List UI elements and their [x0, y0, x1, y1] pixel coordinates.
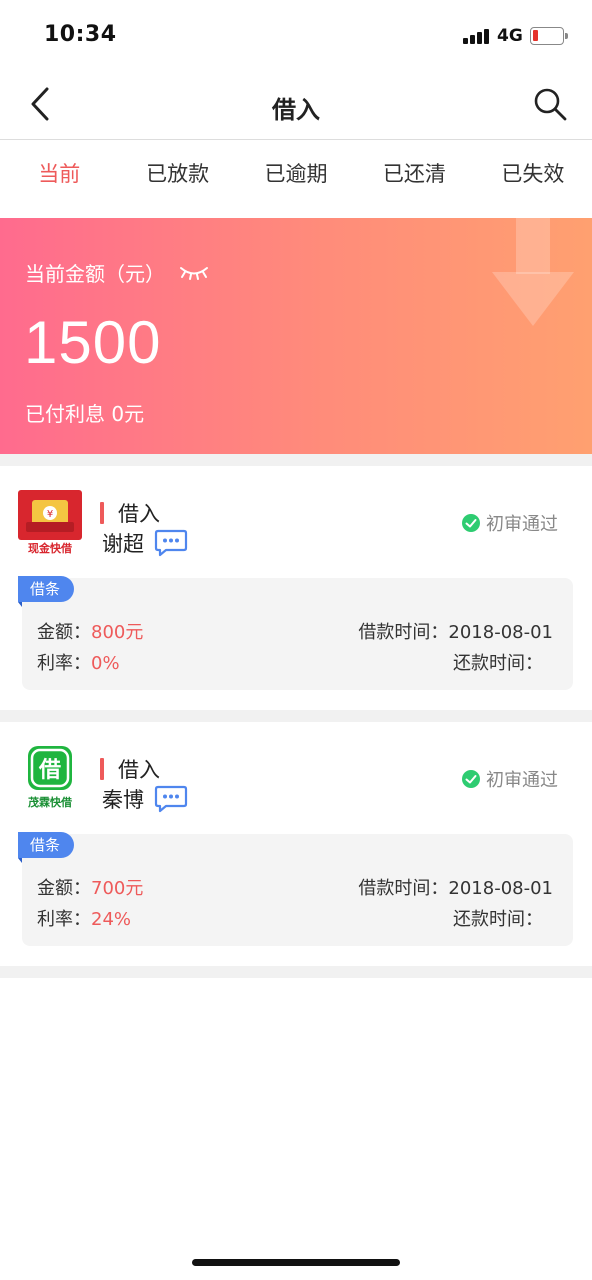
chat-bubble-icon[interactable] [154, 785, 188, 813]
rate-label: 利率： [37, 653, 91, 674]
divider [0, 710, 592, 722]
loan-type-row: 借入 [100, 754, 160, 784]
lender-logo-icon: ¥ 现金快借 [18, 490, 82, 554]
divider [0, 454, 592, 466]
tab-repaid[interactable]: 已还清 [355, 141, 473, 217]
borrow-time-value: 2018-08-01 [448, 878, 553, 899]
banner-label-row: 当前金额（元） [25, 258, 209, 287]
loan-type: 借入 [118, 502, 160, 526]
counterparty-name: 秦博 [102, 788, 144, 812]
lender-logo-text: 茂霖快借 [28, 795, 72, 809]
amount-label: 金额： [37, 878, 91, 899]
current-amount-label: 当前金额（元） [25, 262, 165, 286]
counterparty-name: 谢超 [102, 532, 144, 556]
divider [0, 966, 592, 978]
chat-bubble-icon[interactable] [154, 529, 188, 557]
borrower-row: 秦博 [102, 784, 188, 814]
tab-expired[interactable]: 已失效 [474, 141, 592, 217]
status-text: 初审通过 [486, 514, 558, 535]
check-circle-icon [462, 514, 480, 532]
svg-text:借: 借 [38, 758, 61, 783]
borrower-row: 谢超 [102, 528, 188, 558]
rate-value: 24% [91, 909, 132, 930]
filter-tabs: 当前 已放款 已逾期 已还清 已失效 [0, 141, 592, 217]
eye-closed-icon[interactable] [179, 265, 209, 281]
amount-banner: 当前金额（元） 1500 已付利息 0元 [0, 218, 592, 454]
type-marker [100, 502, 104, 524]
repay-time-label: 还款时间： [453, 653, 543, 674]
amount-row: 金额：700元 借款时间：2018-08-01 [37, 874, 553, 900]
borrow-time-label: 借款时间： [358, 878, 449, 899]
battery-icon [530, 27, 568, 45]
rate-row: 利率：24% 还款时间： [37, 905, 553, 931]
down-arrow-icon [492, 218, 574, 326]
amount-value: 800元 [91, 622, 144, 643]
current-amount-value: 1500 [24, 309, 162, 376]
signal-icon [463, 28, 491, 44]
loan-card[interactable]: ¥ 现金快借 借入 谢超 初审通过 借条 金额：800元 借款时间：2018-0… [0, 466, 592, 710]
status-time: 10:34 [44, 22, 117, 47]
borrow-time-label: 借款时间： [358, 622, 449, 643]
search-button[interactable] [530, 84, 570, 124]
loan-type: 借入 [118, 758, 160, 782]
tab-overdue[interactable]: 已逾期 [237, 141, 355, 217]
search-icon [534, 88, 567, 121]
tag-fold [18, 602, 22, 607]
tag-fold [18, 858, 22, 863]
network-type: 4G [497, 26, 523, 46]
rate-row: 利率：0% 还款时间： [37, 649, 553, 675]
loan-card[interactable]: 借 茂霖快借 借入 秦博 初审通过 借条 金额：700元 借款时间：2018-0… [0, 722, 592, 966]
iou-tag: 借条 [18, 832, 75, 858]
paid-interest: 已付利息 0元 [25, 402, 145, 426]
rate-value: 0% [91, 653, 120, 674]
lender-logo-text: 现金快借 [28, 541, 72, 554]
tab-disbursed[interactable]: 已放款 [118, 141, 236, 217]
home-indicator[interactable] [192, 1259, 400, 1266]
loan-detail-box: 借条 金额：800元 借款时间：2018-08-01 利率：0% 还款时间： [18, 576, 573, 690]
borrow-time-value: 2018-08-01 [448, 622, 553, 643]
amount-row: 金额：800元 借款时间：2018-08-01 [37, 618, 553, 644]
approval-status: 初审通过 [462, 766, 558, 792]
rate-label: 利率： [37, 909, 91, 930]
page-title: 借入 [272, 96, 320, 124]
lender-logo-icon: 借 茂霖快借 [28, 746, 72, 809]
type-marker [100, 758, 104, 780]
loan-type-row: 借入 [100, 498, 160, 528]
loan-detail-box: 借条 金额：700元 借款时间：2018-08-01 利率：24% 还款时间： [18, 832, 573, 946]
nav-bar: 借入 [0, 70, 592, 140]
status-bar: 10:34 4G [0, 0, 592, 70]
amount-label: 金额： [37, 622, 91, 643]
amount-value: 700元 [91, 878, 144, 899]
iou-tag: 借条 [18, 576, 75, 602]
svg-text:¥: ¥ [47, 509, 53, 520]
check-circle-icon [462, 770, 480, 788]
tab-current[interactable]: 当前 [0, 141, 118, 217]
repay-time-label: 还款时间： [453, 909, 543, 930]
approval-status: 初审通过 [462, 510, 558, 536]
status-text: 初审通过 [486, 770, 558, 791]
